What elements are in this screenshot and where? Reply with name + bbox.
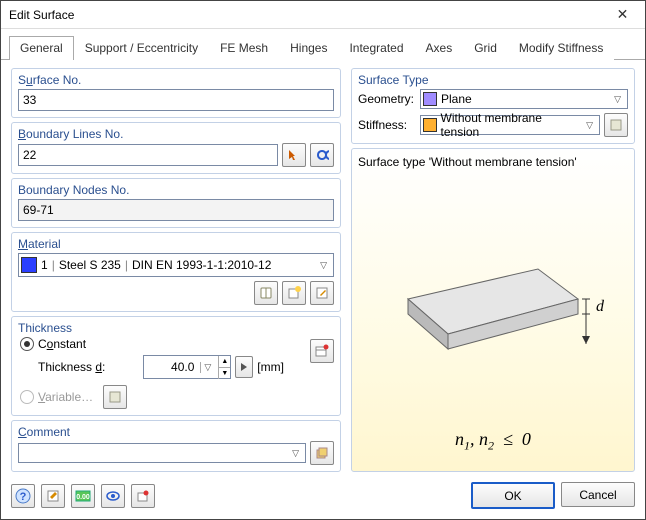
input-boundary-nodes	[18, 199, 334, 221]
ok-button[interactable]: OK	[471, 482, 555, 509]
combo-comment[interactable]: ▽	[18, 443, 306, 463]
tab-support-eccentricity[interactable]: Support / Eccentricity	[74, 36, 209, 60]
radio-dot-icon	[20, 337, 34, 351]
radio-constant[interactable]: Constant	[20, 337, 334, 351]
tabstrip: General Support / Eccentricity FE Mesh H…	[1, 29, 645, 60]
label-thickness: Thickness	[18, 321, 334, 335]
preview-panel: Surface type 'Without membrane tension' …	[351, 148, 635, 472]
label-thickness-d: Thickness d:	[38, 360, 105, 374]
tab-fe-mesh[interactable]: FE Mesh	[209, 36, 279, 60]
label-stiffness: Stiffness:	[358, 118, 416, 132]
combo-stiffness[interactable]: Without membrane tension ▽	[420, 115, 600, 135]
material-edit-button[interactable]	[310, 281, 334, 305]
input-surface-no[interactable]	[18, 89, 334, 111]
note-icon	[46, 489, 60, 503]
table-pin-icon	[315, 344, 329, 358]
svg-text:0.00: 0.00	[76, 494, 90, 501]
material-index: 1	[41, 258, 48, 272]
label-boundary-lines: Boundary Lines No.	[18, 127, 334, 141]
radio-dot-icon	[20, 390, 34, 404]
link-icon	[315, 148, 329, 162]
preview-d-label: d	[596, 298, 605, 315]
help-icon: ?	[15, 488, 31, 504]
pick-icon	[287, 148, 301, 162]
group-thickness: Thickness Constant Thickness d: ▽	[11, 316, 341, 416]
chevron-down-icon: ▽	[316, 260, 331, 271]
spin-up-button[interactable]: ▲	[219, 356, 230, 368]
tab-hinges[interactable]: Hinges	[279, 36, 338, 60]
svg-text:?: ?	[20, 491, 27, 503]
tab-modify-stiffness[interactable]: Modify Stiffness	[508, 36, 614, 60]
view-button[interactable]	[101, 484, 125, 508]
material-standard: DIN EN 1993-1-1:2010-12	[132, 258, 271, 272]
material-new-button[interactable]	[282, 281, 306, 305]
chevron-down-icon[interactable]: ▽	[200, 362, 214, 373]
combo-material[interactable]: 1 | Steel S 235 | DIN EN 1993-1-1:2010-1…	[18, 253, 334, 277]
settings-icon	[108, 390, 122, 404]
material-color-icon	[21, 257, 37, 273]
geometry-color-icon	[423, 92, 437, 106]
group-material: Material 1 | Steel S 235 | DIN EN 1993-1…	[11, 232, 341, 312]
preview-formula: n1, n2 ≤ 0	[358, 429, 628, 454]
titlebar: Edit Surface ✕	[1, 1, 645, 29]
label-material: Material	[18, 237, 334, 251]
close-icon[interactable]: ✕	[600, 1, 645, 28]
stiffness-value: Without membrane tension	[441, 111, 579, 139]
geometry-value: Plane	[441, 92, 472, 106]
group-comment: Comment ▽	[11, 420, 341, 472]
eye-icon	[105, 489, 121, 503]
new-icon	[287, 286, 301, 300]
cancel-button[interactable]: Cancel	[561, 482, 635, 507]
stiffness-settings-button[interactable]	[604, 113, 628, 137]
input-boundary-lines[interactable]	[18, 144, 278, 166]
stack-icon	[315, 446, 329, 460]
window-title: Edit Surface	[9, 8, 74, 22]
edit-icon	[315, 286, 329, 300]
label-boundary-nodes: Boundary Nodes No.	[18, 183, 334, 197]
label-thickness-unit: [mm]	[257, 360, 284, 374]
group-surface-type: Surface Type Geometry: Plane ▽ Stiffness…	[351, 68, 635, 144]
label-surface-type: Surface Type	[358, 73, 628, 87]
stiffness-color-icon	[423, 118, 437, 132]
preview-caption: Surface type 'Without membrane tension'	[358, 155, 628, 169]
arrow-right-icon	[239, 361, 249, 373]
thickness-step-button[interactable]	[235, 356, 253, 378]
pin-button[interactable]	[131, 484, 155, 508]
pin-icon	[136, 489, 150, 503]
comment-library-button[interactable]	[310, 441, 334, 465]
help-button[interactable]: ?	[11, 484, 35, 508]
label-surface-no: Surface No.	[18, 73, 334, 87]
group-boundary-lines: Boundary Lines No.	[11, 122, 341, 174]
variable-settings-button[interactable]	[103, 385, 127, 409]
select-lines-button[interactable]	[310, 143, 334, 167]
units-icon: 0.00	[75, 489, 91, 503]
material-library-button[interactable]	[254, 281, 278, 305]
chevron-down-icon: ▽	[582, 120, 597, 131]
surface-preview-icon: d	[368, 219, 618, 419]
spin-down-button[interactable]: ▼	[219, 368, 230, 379]
chevron-down-icon: ▽	[610, 94, 625, 105]
tab-integrated[interactable]: Integrated	[338, 36, 414, 60]
units-button[interactable]: 0.00	[71, 484, 95, 508]
tab-grid[interactable]: Grid	[463, 36, 508, 60]
book-icon	[259, 286, 273, 300]
tab-axes[interactable]: Axes	[415, 36, 464, 60]
notes-button[interactable]	[41, 484, 65, 508]
tab-general[interactable]: General	[9, 36, 74, 60]
label-geometry: Geometry:	[358, 92, 416, 106]
radio-variable: Variable…	[20, 390, 93, 404]
input-thickness-value[interactable]	[148, 359, 196, 375]
settings-icon	[609, 118, 623, 132]
pick-lines-button[interactable]	[282, 143, 306, 167]
chevron-down-icon: ▽	[288, 448, 303, 459]
thickness-info-button[interactable]	[310, 339, 334, 363]
combo-geometry[interactable]: Plane ▽	[420, 89, 628, 109]
material-name: Steel S 235	[59, 258, 121, 272]
group-boundary-nodes: Boundary Nodes No.	[11, 178, 341, 228]
window-controls: ✕	[600, 1, 645, 28]
group-surface-no: Surface No.	[11, 68, 341, 118]
label-comment: Comment	[18, 425, 334, 439]
